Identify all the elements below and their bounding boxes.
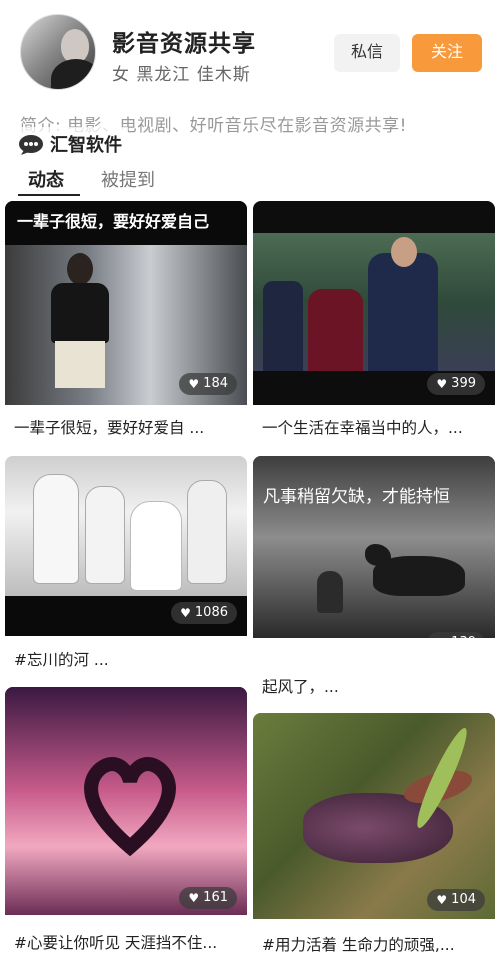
tab-mentions[interactable]: 被提到 bbox=[101, 166, 155, 192]
post-image-figure bbox=[308, 289, 363, 371]
post-image-figure bbox=[368, 253, 438, 371]
heart-icon: ♥ bbox=[436, 632, 447, 638]
post-thumbnail[interactable]: 凡事稍留欠缺，才能持恒 ♥ 139 bbox=[253, 456, 495, 638]
post-image-figure bbox=[317, 571, 343, 613]
avatar-body bbox=[51, 59, 95, 89]
like-count-value: 139 bbox=[451, 632, 476, 638]
post-image-figure bbox=[33, 474, 79, 584]
message-button[interactable]: 私信 bbox=[334, 34, 400, 72]
like-count: ♥ 399 bbox=[427, 373, 485, 395]
like-count: ♥ 161 bbox=[179, 887, 237, 909]
heart-icon: ♥ bbox=[436, 893, 448, 907]
post-card[interactable]: 凡事稍留欠缺，才能持恒 ♥ 139 起风了，... bbox=[253, 456, 495, 699]
app-name: 汇智软件 bbox=[50, 135, 122, 156]
post-caption[interactable]: 一辈子很短，要好好爱自 ... bbox=[14, 416, 242, 438]
like-count-value: 1086 bbox=[194, 605, 228, 620]
avatar[interactable] bbox=[20, 14, 96, 90]
like-count-value: 184 bbox=[203, 376, 228, 391]
profile-tabs: 动态 被提到 bbox=[0, 160, 500, 196]
post-image-figure bbox=[187, 480, 227, 584]
post-caption[interactable]: #忘川的河 ... bbox=[14, 648, 242, 670]
follow-button[interactable]: 关注 bbox=[412, 34, 482, 72]
heart-icon: ♥ bbox=[180, 606, 191, 620]
app-watermark: 汇智软件 bbox=[18, 127, 128, 161]
post-caption[interactable]: #心要让你听见 天涯挡不住... bbox=[14, 931, 242, 953]
post-card[interactable]: ♥ 161 #心要让你听见 天涯挡不住... bbox=[5, 687, 247, 957]
post-thumbnail[interactable]: ♥ 399 bbox=[253, 201, 495, 405]
post-image-figure bbox=[130, 501, 182, 591]
post-image-face bbox=[391, 237, 417, 267]
post-card[interactable]: ♥ 104 #用力活着 生命力的顽强,... bbox=[253, 713, 495, 963]
avatar-face bbox=[61, 29, 89, 63]
post-thumbnail[interactable]: ♥ 161 bbox=[5, 687, 247, 915]
like-count-value: 104 bbox=[451, 892, 476, 907]
post-image-figure bbox=[85, 486, 125, 584]
post-image-text: 一辈子很短，要好好爱自己 bbox=[17, 212, 210, 231]
like-count: ♥ 1086 bbox=[171, 602, 237, 624]
post-card[interactable]: 一辈子很短，要好好爱自己 ♥ 184 一辈子很短，要好好爱自 ... bbox=[5, 201, 247, 446]
post-image-hands bbox=[75, 747, 185, 857]
post-caption[interactable]: 起风了，... bbox=[262, 675, 490, 697]
heart-icon: ♥ bbox=[188, 891, 200, 905]
chat-bubble-icon bbox=[18, 133, 46, 155]
post-thumbnail[interactable]: ♥ 1086 bbox=[5, 456, 247, 636]
like-count: ♥ 139 bbox=[427, 632, 485, 638]
post-image-figure bbox=[45, 253, 115, 388]
post-card[interactable]: ♥ 1086 #忘川的河 ... bbox=[5, 456, 247, 677]
post-image-text: 凡事稍留欠缺，才能持恒 bbox=[263, 487, 450, 507]
profile-header: 影音资源共享 女 黑龙江 佳木斯 私信 关注 bbox=[0, 0, 500, 100]
tab-active-indicator bbox=[18, 194, 80, 196]
heart-icon: ♥ bbox=[436, 377, 448, 391]
like-count-value: 399 bbox=[451, 376, 476, 391]
like-count-value: 161 bbox=[203, 890, 228, 905]
tab-posts[interactable]: 动态 bbox=[28, 166, 64, 192]
heart-icon: ♥ bbox=[188, 377, 200, 391]
post-caption[interactable]: 一个生活在幸福当中的人，... bbox=[262, 416, 490, 438]
post-image-figure bbox=[263, 281, 303, 371]
profile-meta: 女 黑龙江 佳木斯 bbox=[112, 65, 251, 85]
like-count: ♥ 104 bbox=[427, 889, 485, 911]
post-caption[interactable]: #用力活着 生命力的顽强,... bbox=[262, 933, 490, 955]
profile-name: 影音资源共享 bbox=[112, 31, 256, 57]
post-thumbnail[interactable]: ♥ 104 bbox=[253, 713, 495, 919]
post-thumbnail[interactable]: 一辈子很短，要好好爱自己 ♥ 184 bbox=[5, 201, 247, 405]
post-card[interactable]: ♥ 399 一个生活在幸福当中的人，... bbox=[253, 201, 495, 446]
like-count: ♥ 184 bbox=[179, 373, 237, 395]
